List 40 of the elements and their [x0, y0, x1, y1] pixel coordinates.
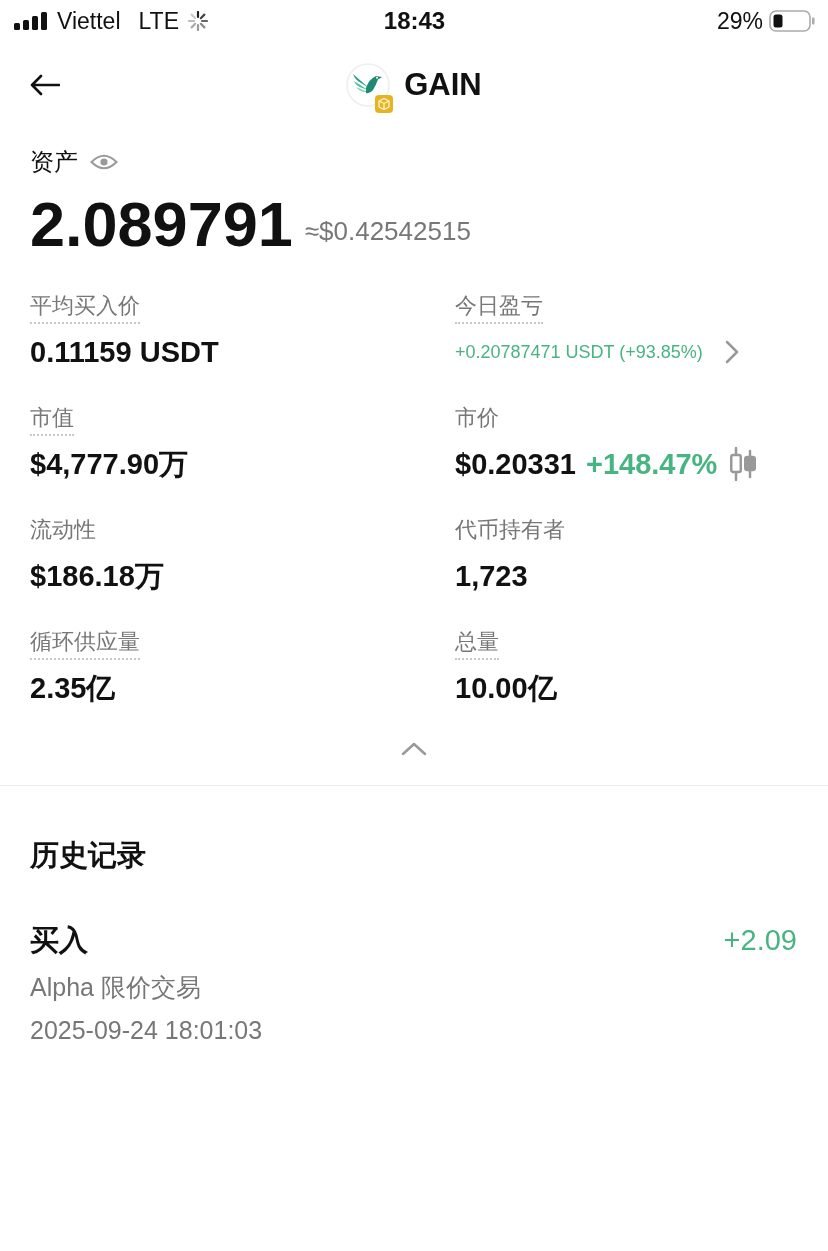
stat-label: 代币持有者 — [455, 516, 565, 544]
stat-value: $0.20331 — [455, 447, 576, 482]
signal-icon — [14, 12, 48, 30]
trade-type: 买入 — [30, 923, 88, 958]
back-arrow-icon[interactable] — [30, 74, 60, 96]
cube-badge-icon — [375, 95, 394, 113]
stat-label: 市值 — [30, 403, 74, 436]
approx-value: ≈$0.42542515 — [304, 215, 471, 247]
stat-value: $4,777.90万 — [30, 447, 188, 482]
assets-label: 资产 — [30, 147, 78, 177]
trade-time: 2025-09-24 18:01:03 — [30, 1015, 263, 1046]
loading-spinner-icon — [188, 11, 208, 31]
stat-value: 2.35亿 — [30, 671, 116, 706]
asset-amount: 2.089791 — [30, 191, 293, 257]
stat-value: 0.11159 USDT — [30, 335, 219, 370]
price-change: +148.47% — [585, 447, 718, 482]
stat-label: 循环供应量 — [30, 627, 140, 660]
pnl-value: +0.20787471 USDT (+93.85%) — [455, 341, 703, 364]
carrier-name: Viettel — [57, 7, 121, 35]
stat-label: 市价 — [455, 404, 499, 432]
chevron-up-icon[interactable] — [401, 742, 427, 756]
battery-percent: 29% — [716, 7, 763, 35]
candlestick-icon[interactable] — [729, 447, 758, 481]
trade-description: Alpha 限价交易 — [30, 972, 201, 1003]
section-title: 历史记录 — [30, 838, 146, 873]
eye-icon[interactable] — [90, 152, 118, 172]
stat-label: 总量 — [455, 627, 499, 660]
stat-value: 10.00亿 — [455, 671, 557, 706]
token-title: GAIN — [404, 66, 482, 104]
chevron-right-icon[interactable] — [724, 340, 739, 364]
network-type: LTE — [138, 7, 179, 35]
stat-label: 流动性 — [30, 516, 96, 544]
stat-value: 1,723 — [455, 559, 528, 594]
stat-label: 今日盈亏 — [455, 291, 543, 324]
trade-amount: +2.09 — [723, 923, 797, 958]
bird-logo-icon — [346, 63, 391, 107]
clock-time: 18:43 — [383, 7, 446, 35]
stat-label: 平均买入价 — [30, 291, 140, 324]
battery-icon — [769, 10, 815, 32]
stat-value: $186.18万 — [30, 559, 164, 594]
